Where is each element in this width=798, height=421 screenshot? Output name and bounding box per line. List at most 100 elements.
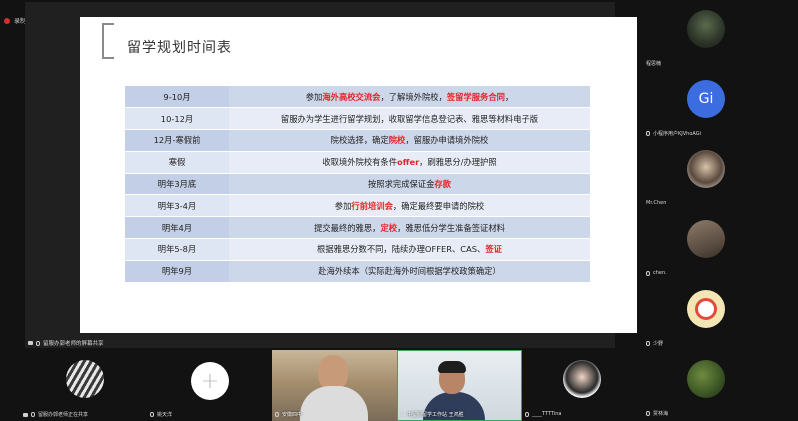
avatar: + <box>191 362 229 400</box>
task-text: ， <box>504 91 514 102</box>
mic-icon <box>36 340 40 346</box>
table-row: 10-12月 留服办为学生进行留学规划，收取留学信息登记表、雅思等材料电子版 <box>125 107 590 131</box>
participant-name: 留服办郭老师正在共享 <box>38 412 89 418</box>
schedule-time-cell: 明年3月底 <box>125 173 229 196</box>
screen-share-area[interactable]: 留学规划时间表 9-10月 参加海外高校交流会，了解境外院校，签留学服务合同， 10… <box>25 2 637 348</box>
task-text: ，雅思低分学生准备签证材料 <box>397 222 505 233</box>
avatar <box>563 360 601 398</box>
participant-name-row: Mr.Chen <box>646 200 666 206</box>
task-text: 院校选择，确定 <box>330 135 389 146</box>
task-text: ，留服办申请境外院校 <box>405 135 489 146</box>
schedule-time-cell: 10-12月 <box>125 107 229 131</box>
task-text: 留服办为学生进行留学规划，收取留学信息登记表、雅思等材料电子版 <box>280 113 539 124</box>
avatar-initials: Gi <box>698 91 714 107</box>
participant-tile[interactable]: + 姚天洋 <box>147 350 272 420</box>
participant-name-row: 姚天洋 <box>150 411 172 418</box>
task-text: 收取境外院校有条件 <box>322 157 398 168</box>
active-speaker-border <box>397 350 522 421</box>
participant-name: 程思楠 <box>646 61 662 67</box>
participant-name: 贾林海 <box>653 411 669 417</box>
table-row: 寒假 收取境外院校有条件offer，刷雅思分/办理护照 <box>125 151 590 174</box>
avatar <box>687 290 725 328</box>
participant-tile[interactable]: 贾林海 <box>642 352 772 420</box>
meeting-window: 录制中 留学规划时间表 9-10月 参加海外高校交流会，了解境外院校，签留学服务合… <box>0 0 798 421</box>
mic-icon <box>646 131 650 136</box>
title-bracket-decoration <box>102 23 114 59</box>
schedule-time-cell: 明年9月 <box>125 260 229 283</box>
schedule-time-cell: 9-10月 <box>125 86 229 109</box>
table-row: 明年3-4月 参加行前培训会，确定最终要申请的院校 <box>125 194 590 218</box>
highlighted-text: 签留学服务合同 <box>446 91 505 102</box>
schedule-time-cell: 明年3-4月 <box>125 194 229 218</box>
participant-tile[interactable]: 留服办郭老师正在共享 <box>20 350 145 420</box>
avatar: Gi <box>687 80 725 118</box>
mic-icon <box>646 270 650 276</box>
participant-tile[interactable]: 少野 <box>642 282 772 350</box>
participant-name-row: chen. <box>646 270 667 276</box>
highlighted-text: 签证 <box>485 244 502 255</box>
share-label: 留服办郭老师的屏幕共享 <box>28 339 104 347</box>
participant-name: ____TTTTina <box>532 411 562 417</box>
record-dot-icon <box>4 17 10 24</box>
participant-name-row: 小程序用户KJVhoAGi <box>646 130 701 137</box>
table-row: 9-10月 参加海外高校交流会，了解境外院校，签留学服务合同， <box>125 86 590 109</box>
participant-name-row: 少野 <box>646 340 663 347</box>
schedule-task-cell: 根据雅思分数不同，陆续办理OFFER、CAS、签证 <box>229 238 590 261</box>
avatar <box>687 10 725 48</box>
screen-icon <box>23 412 28 417</box>
participant-tile[interactable]: Gi 小程序用户KJVhoAGi <box>642 72 772 140</box>
schedule-time-cell: 明年5-8月 <box>125 238 229 261</box>
participant-tile[interactable]: chen. <box>642 212 772 280</box>
table-row: 明年9月 赴海外续本（实际赴海外时间根据学校政策确定） <box>125 260 590 283</box>
task-text: 按照求完成保证金 <box>368 179 435 190</box>
slide-title: 留学规划时间表 <box>127 40 232 56</box>
table-row: 明年5-8月 根据雅思分数不同，陆续办理OFFER、CAS、签证 <box>125 238 590 261</box>
participant-name: 少野 <box>653 341 664 347</box>
avatar <box>66 360 104 398</box>
schedule-task-cell: 按照求完成保证金存款 <box>229 173 590 196</box>
schedule-time-cell: 12月-寒假前 <box>125 129 229 152</box>
participant-name: chen. <box>653 270 667 276</box>
participant-name: 安徽四中 <box>282 412 303 418</box>
participant-name: Mr.Chen <box>646 200 667 206</box>
table-row: 明年4月 提交最终的雅思，定校，雅思低分学生准备签证材料 <box>125 216 590 240</box>
screen-icon <box>28 341 33 345</box>
mic-icon <box>646 341 650 346</box>
schedule-task-cell: 提交最终的雅思，定校，雅思低分学生准备签证材料 <box>229 216 590 240</box>
highlighted-text: 海外高校交流会 <box>322 91 381 102</box>
participant-name-row: 安徽四中 <box>275 411 302 418</box>
schedule-task-cell: 收取境外院校有条件offer，刷雅思分/办理护照 <box>229 151 590 174</box>
avatar <box>687 360 725 398</box>
schedule-task-cell: 参加海外高校交流会，了解境外院校，签留学服务合同， <box>229 86 590 109</box>
participant-tile[interactable]: Mr.Chen <box>642 142 772 210</box>
avatar <box>687 220 725 258</box>
schedule-task-cell: 院校选择，确定院校，留服办申请境外院校 <box>229 129 590 152</box>
highlighted-text: 院校 <box>388 135 406 146</box>
participant-name: 小程序用户KJVhoAGi <box>653 131 701 137</box>
mic-icon <box>525 411 529 417</box>
mic-icon <box>275 412 279 417</box>
participant-tile[interactable]: 程思楠 <box>642 2 772 70</box>
plus-icon: + <box>200 368 220 394</box>
schedule-time-cell: 明年4月 <box>125 216 229 240</box>
video-tile[interactable]: 安徽四中 <box>272 350 397 421</box>
participant-name-row: 程思楠 <box>646 60 661 67</box>
mic-icon <box>150 412 154 417</box>
person-body <box>300 386 368 421</box>
table-row: 明年3月底 按照求完成保证金存款 <box>125 173 590 196</box>
avatar <box>687 150 725 188</box>
mic-icon <box>646 411 650 416</box>
participant-name-row: ____TTTTina <box>525 411 561 417</box>
task-text: ，刷雅思分/办理护照 <box>419 157 497 168</box>
task-text: ，确定最终要申请的院校 <box>392 200 485 211</box>
logo-icon <box>695 298 717 320</box>
schedule-time-cell: 寒假 <box>125 151 229 174</box>
mic-icon <box>31 412 35 417</box>
participant-name: 姚天洋 <box>157 412 173 418</box>
schedule-task-cell: 参加行前培训会，确定最终要申请的院校 <box>229 194 590 218</box>
highlighted-text: 行前培训会 <box>351 200 393 211</box>
schedule-task-cell: 赴海外续本（实际赴海外时间根据学校政策确定） <box>229 260 590 283</box>
task-text: 赴海外续本（实际赴海外时间根据学校政策确定） <box>318 266 501 277</box>
participant-tile[interactable]: ____TTTTina <box>522 350 642 420</box>
schedule-table: 9-10月 参加海外高校交流会，了解境外院校，签留学服务合同， 10-12月 留服办为… <box>125 86 590 283</box>
